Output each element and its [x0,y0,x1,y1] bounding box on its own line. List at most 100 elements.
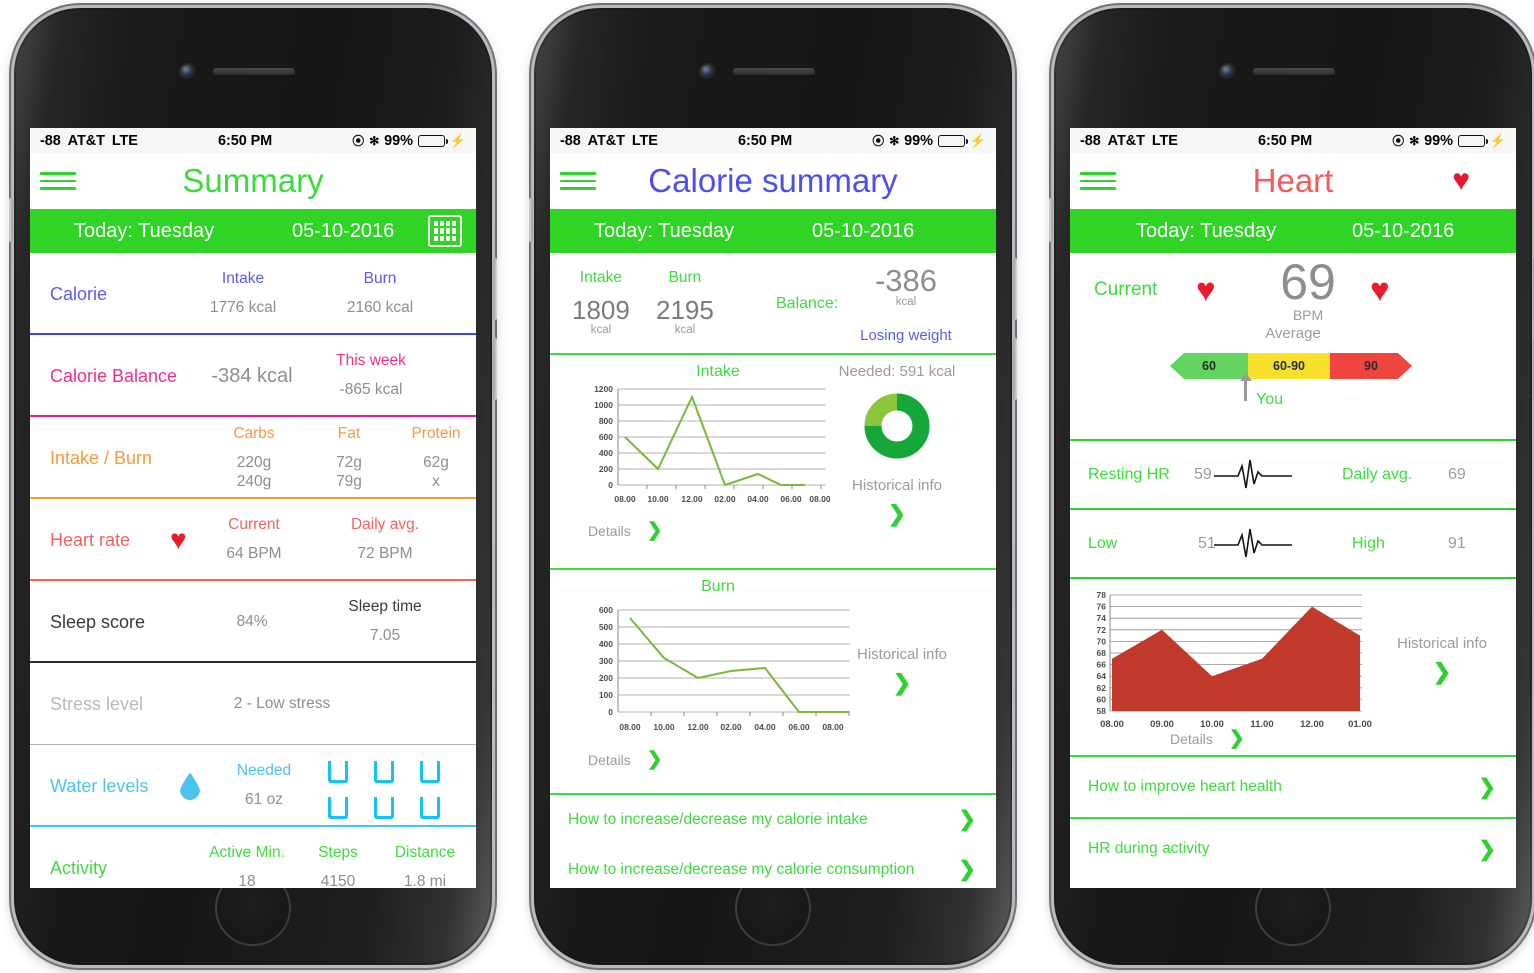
high-hr-value: 91 [1448,534,1466,552]
chevron-right-icon[interactable]: ❯ [1229,729,1245,748]
intake-historical-label[interactable]: Historical info [822,477,972,494]
hamburger-menu-icon[interactable] [40,172,76,190]
col-value: -384 kcal [211,364,293,387]
summary-row-water-levels[interactable]: Water levels Needed 61 oz [30,745,476,827]
gauge-segment-high: 90 [1330,353,1412,379]
col-value: 1776 kcal [209,299,277,317]
bpm-block: 69 BPM [1266,257,1350,323]
col-head: Sleep time [348,598,422,616]
summary-row-heart-rate[interactable]: Heart rate ♥ Current 64 BPM Daily avg. 72 … [30,499,476,581]
calendar-icon[interactable] [428,215,462,247]
silent-switch[interactable] [1049,198,1053,242]
hamburger-menu-icon[interactable] [1080,172,1116,190]
current-heart-rate: Current ♥ ♥ 69 BPM Average [1070,253,1516,365]
svg-text:0: 0 [608,480,613,490]
summary-row-calorie-balance[interactable]: Calorie Balance -384 kcal This week -865 … [30,335,476,417]
volume-up-button[interactable] [493,258,497,320]
water-glass-icon[interactable] [328,797,348,819]
svg-text:1200: 1200 [594,384,613,394]
chevron-right-icon[interactable]: ❯ [822,501,972,527]
water-glass-icon[interactable] [420,761,440,783]
battery-icon [417,134,448,147]
link-label: How to increase/decrease my calorie inta… [568,810,868,828]
rotation-lock-icon: ⦿ [872,134,885,148]
silent-switch[interactable] [529,198,533,242]
col-head: Intake [221,270,265,288]
volume-down-button[interactable] [1013,338,1017,400]
burn-block: Burn 2195 kcal [656,269,714,336]
svg-text:400: 400 [599,639,613,649]
svg-text:70: 70 [1097,636,1107,646]
water-glasses-group[interactable] [328,761,450,819]
front-camera-icon [1221,65,1233,77]
water-glass-icon[interactable] [420,797,440,819]
col-value: 4150 [320,873,356,888]
water-glass-icon[interactable] [328,761,348,783]
balance-value: -386 [874,263,938,298]
svg-text:62: 62 [1097,683,1107,693]
heart-row-low-high[interactable]: Low 51 High 91 [1070,508,1516,577]
silent-switch[interactable] [9,198,13,242]
link-improve-heart-health[interactable]: How to improve heart health ❯ [1070,755,1516,817]
bpm-unit: BPM [1292,307,1324,323]
status-time: 6:50 PM [1258,132,1313,149]
balance-unit: kcal [895,296,917,308]
link-increase-decrease-consumption[interactable]: How to increase/decrease my calorie cons… [550,844,996,888]
row-label: Activity [50,857,108,878]
col-value: 61 oz [245,791,283,809]
average-label: Average [1265,325,1321,342]
battery-percent: 99% [1424,132,1453,149]
svg-text:01.00: 01.00 [1348,719,1372,730]
status-time: 6:50 PM [218,132,273,149]
svg-text:60: 60 [1097,694,1107,704]
volume-down-button[interactable] [493,338,497,400]
col-head: Fat [337,424,361,442]
date-bar[interactable]: Today: Tuesday 05-10-2016 [30,209,476,253]
water-glass-icon[interactable] [374,797,394,819]
summary-row-sleep-score[interactable]: Sleep score 84% Sleep time 7.05 [30,581,476,663]
col-value: 72 BPM [357,545,413,563]
chevron-right-icon[interactable]: ❯ [958,859,976,880]
heart-rate-chart-panel: 78 76 74 72 70 68 66 64 62 60 58 08.00 0… [1070,577,1516,755]
summary-row-stress-level[interactable]: Stress level 2 - Low stress [30,663,476,745]
hr-historical-label[interactable]: Historical info [1370,635,1514,652]
summary-row-calorie[interactable]: Calorie Intake 1776 kcal Burn 2160 kcal [30,253,476,335]
burn-details-link[interactable]: Details ❯ [588,750,663,769]
svg-text:1000: 1000 [594,400,613,410]
svg-text:100: 100 [599,690,613,700]
status-time: 6:50 PM [738,132,793,149]
link-increase-decrease-intake[interactable]: How to increase/decrease my calorie inta… [550,793,996,844]
chevron-right-icon[interactable]: ❯ [1370,659,1514,685]
bluetooth-icon: ✻ [369,133,380,148]
status-right: ⦿ ✻ 99% ⚡ [352,132,466,149]
chevron-right-icon[interactable]: ❯ [1478,839,1496,860]
burn-chart-title: Burn [701,578,735,595]
water-glass-icon[interactable] [374,761,394,783]
col-head: Daily avg. [350,516,420,534]
network-type: LTE [631,132,658,149]
chevron-right-icon[interactable]: ❯ [1478,777,1496,798]
hamburger-menu-icon[interactable] [560,172,596,190]
chevron-right-icon[interactable]: ❯ [647,750,663,769]
date-bar[interactable]: Today: Tuesday 05-10-2016 [1070,209,1516,253]
status-left: -88 AT&T LTE [1080,133,1178,149]
heart-row-resting[interactable]: Resting HR 59 Daily avg. 69 [1070,439,1516,508]
low-hr-label: Low [1088,534,1118,552]
summary-row-activity[interactable]: Activity Active Min. 18 Steps 4150 Distanc… [30,827,476,888]
date-bar[interactable]: Today: Tuesday 05-10-2016 [550,209,996,253]
intake-details-link[interactable]: Details ❯ [588,521,663,540]
link-hr-during-activity[interactable]: HR during activity ❯ [1070,817,1516,879]
chevron-right-icon[interactable]: ❯ [958,809,976,830]
chevron-right-icon[interactable]: ❯ [647,521,663,540]
bluetooth-icon: ✻ [889,133,900,148]
volume-up-button[interactable] [1013,258,1017,320]
hr-details-link[interactable]: Details ❯ [1170,729,1245,748]
col-value: 84% [236,613,268,631]
up-arrow-icon [1239,373,1252,401]
summary-row-intake-burn[interactable]: Intake / Burn Carbs 220g 240g Fat 72g 79g … [30,417,476,499]
col-head: Steps [318,844,358,862]
front-camera-icon [181,65,193,77]
battery-percent: 99% [904,132,933,149]
you-marker-label: You [1256,391,1283,408]
svg-text:02.00: 02.00 [714,494,736,504]
